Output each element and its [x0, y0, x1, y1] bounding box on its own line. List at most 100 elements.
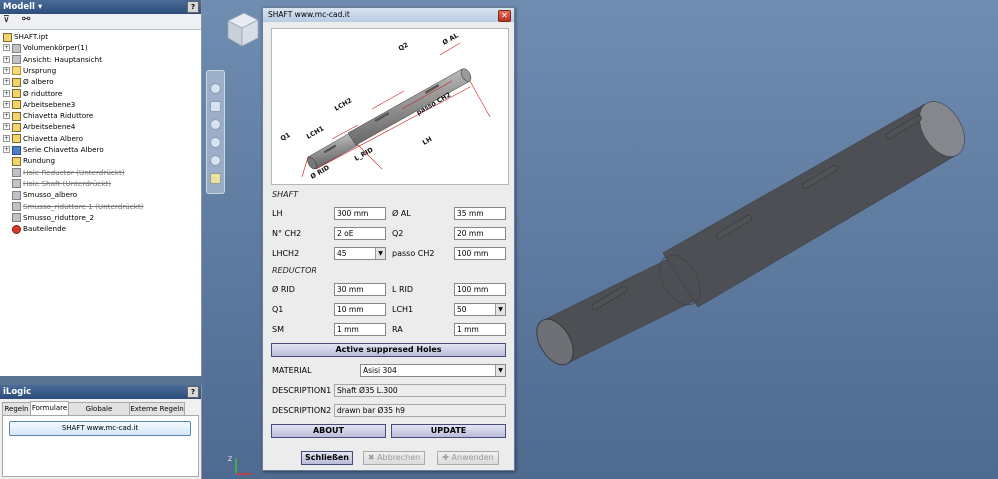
tree-item[interactable]: SHAFT.ipt — [3, 31, 48, 42]
lhch2-label: LHCH2 — [272, 248, 299, 260]
tree-item-label: Hole Shaft (Unterdrückt) — [23, 179, 111, 188]
tab-globale-formulare[interactable]: Globale Formulare — [68, 402, 130, 415]
sm-input[interactable]: 1 mm — [334, 323, 386, 336]
tree-item-label: Ø albero — [23, 77, 54, 86]
shaft-form-button[interactable]: SHAFT www.mc-cad.it — [9, 421, 191, 436]
help-icon[interactable]: ? — [187, 1, 199, 13]
dialog-title-bar[interactable]: SHAFT www.mc-cad.it ✕ — [263, 8, 514, 22]
tree-item[interactable]: Smusso_riduttore_2 — [12, 212, 94, 223]
tree-item[interactable]: +Volumenkörper(1) — [12, 42, 88, 53]
plus-icon: ✚ — [442, 453, 451, 462]
expand-icon[interactable]: + — [3, 56, 10, 63]
active-suppressed-holes-button[interactable]: Active suppresed Holes — [271, 343, 506, 357]
shaft-drawing-image: Q2 Ø AL LCH2 LCH1 passo CH2 Q1 LH L_RID … — [272, 29, 508, 184]
rid-input[interactable]: 30 mm — [334, 283, 386, 296]
dropdown-arrow-icon[interactable]: ▾ — [35, 2, 42, 12]
tree-item[interactable]: Hole Shaft (Unterdrückt) — [12, 178, 111, 189]
lhch2-value: 45 — [337, 249, 347, 258]
shaft-diagram: Q2 Ø AL LCH2 LCH1 passo CH2 Q1 LH L_RID … — [271, 28, 509, 185]
fillet-icon — [12, 157, 21, 166]
expand-icon[interactable]: + — [3, 135, 10, 142]
update-button[interactable]: UPDATE — [391, 424, 506, 438]
tab-formulare[interactable]: Formulare — [30, 401, 69, 415]
expand-icon[interactable]: + — [3, 146, 10, 153]
ra-input[interactable]: 1 mm — [454, 323, 506, 336]
steering-wheel-icon[interactable] — [210, 83, 221, 94]
tree-item[interactable]: Smusso_albero — [12, 189, 77, 200]
tree-item[interactable]: +Arbeitsebene4 — [12, 121, 75, 132]
al-label: Ø AL — [392, 208, 411, 220]
expand-icon[interactable]: + — [3, 90, 10, 97]
tree-item[interactable]: +Ursprung — [12, 65, 56, 76]
tree-item-label: Hole Reductor (Unterdrückt) — [23, 168, 125, 177]
zoom-icon[interactable] — [210, 119, 221, 130]
view-cube-icon[interactable] — [224, 9, 260, 49]
expand-icon[interactable]: + — [3, 101, 10, 108]
binoculars-icon[interactable]: ⚯ — [22, 14, 30, 25]
tree-item[interactable]: +Chiavetta Riduttore — [12, 110, 93, 121]
close-icon[interactable]: ✕ — [498, 10, 511, 22]
chevron-down-icon[interactable]: ▼ — [375, 248, 385, 259]
tree-item[interactable]: +Ø albero — [12, 76, 54, 87]
cancel-label: Abbrechen — [377, 453, 420, 462]
tree-item[interactable]: +Arbeitsebene3 — [12, 99, 75, 110]
filter-icon[interactable]: ⊽ — [3, 15, 10, 25]
q2-label: Q2 — [392, 228, 403, 240]
lh-label: LH — [272, 208, 282, 220]
diagram-label: Ø AL — [441, 31, 460, 46]
apply-button[interactable]: ✚ Anwenden — [437, 451, 499, 465]
q1-input[interactable]: 10 mm — [334, 303, 386, 316]
model-panel-title[interactable]: Modell — [3, 2, 35, 12]
passo-ch2-label: passo CH2 — [392, 248, 434, 260]
diagram-label: L_RID — [353, 145, 375, 162]
shaft-form-dialog: SHAFT www.mc-cad.it ✕ — [262, 7, 515, 471]
lch1-value: 50 — [457, 305, 467, 314]
material-select[interactable]: Asisi 304 ▼ — [360, 364, 506, 377]
tree-item-label: Arbeitsebene4 — [23, 122, 75, 131]
tree-item-label: Smusso_albero — [23, 190, 77, 199]
tab-regeln[interactable]: Regeln — [2, 402, 31, 415]
cancel-button[interactable]: ✖ Abbrechen — [363, 451, 425, 465]
expand-icon[interactable]: + — [3, 44, 10, 51]
close-button[interactable]: Schließen — [301, 451, 353, 465]
tree-item[interactable]: Bauteilende — [12, 223, 66, 234]
tree-item-label: Chiavetta Albero — [23, 134, 83, 143]
tree-item[interactable]: Hole Reductor (Unterdrückt) — [12, 167, 125, 178]
lh-input[interactable]: 300 mm — [334, 207, 386, 220]
tree-item[interactable]: Smusso_riduttore 1 (Unterdrückt) — [12, 201, 144, 212]
l-rid-input[interactable]: 100 mm — [454, 283, 506, 296]
orbit-icon[interactable] — [210, 137, 221, 148]
lch1-select[interactable]: 50 ▼ — [454, 303, 506, 316]
chevron-down-icon[interactable]: ▼ — [495, 304, 505, 315]
q1-label: Q1 — [272, 304, 283, 316]
expand-icon[interactable]: + — [3, 123, 10, 130]
tree-item[interactable]: +Ansicht: Hauptansicht — [12, 54, 102, 65]
expand-icon[interactable]: + — [3, 78, 10, 85]
expand-icon[interactable]: + — [3, 112, 10, 119]
expand-icon[interactable]: + — [3, 67, 10, 74]
al-input[interactable]: 35 mm — [454, 207, 506, 220]
look-at-icon[interactable] — [210, 155, 221, 166]
tab-externe-regeln[interactable]: Externe Regeln — [129, 402, 185, 415]
q2-input[interactable]: 20 mm — [454, 227, 506, 240]
full-navigation-icon[interactable] — [210, 173, 221, 184]
nch2-input[interactable]: 2 oE — [334, 227, 386, 240]
chevron-down-icon[interactable]: ▼ — [495, 365, 505, 376]
tree-item-label: Arbeitsebene3 — [23, 100, 75, 109]
shaft-3d-model[interactable] — [522, 85, 998, 385]
tree-item-label: Smusso_riduttore_2 — [23, 213, 94, 222]
ilogic-panel: iLogic ? Regeln Formulare Globale Formul… — [0, 385, 202, 479]
chamfer-icon — [12, 213, 21, 222]
passo-ch2-input[interactable]: 100 mm — [454, 247, 506, 260]
description2-label: DESCRIPTION2 — [272, 405, 331, 417]
help-icon[interactable]: ? — [187, 386, 199, 398]
lhch2-select[interactable]: 45 ▼ — [334, 247, 386, 260]
tree-item[interactable]: +Ø riduttore — [12, 88, 62, 99]
tree-item[interactable]: +Serie Chiavetta Albero — [12, 144, 104, 155]
about-button[interactable]: ABOUT — [271, 424, 386, 438]
pan-icon[interactable] — [210, 101, 221, 112]
work-plane-icon — [12, 100, 21, 109]
tree-item-label: SHAFT.ipt — [14, 32, 48, 41]
tree-item[interactable]: +Chiavetta Albero — [12, 133, 83, 144]
tree-item[interactable]: Rundung — [12, 155, 55, 166]
